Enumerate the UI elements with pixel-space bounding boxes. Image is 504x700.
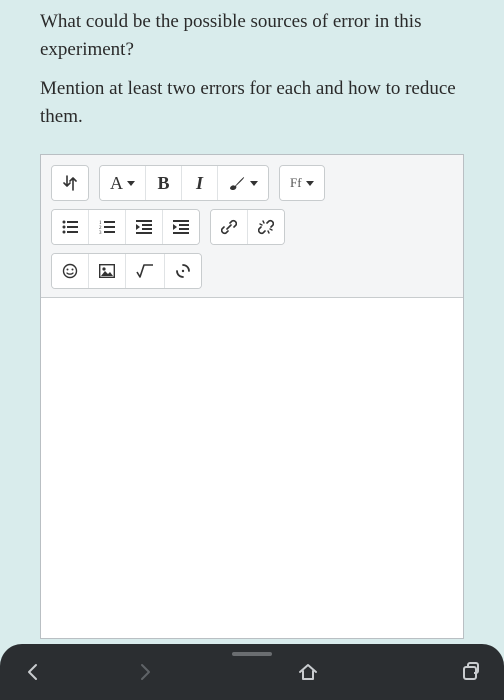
smiley-icon xyxy=(62,263,78,279)
indent-button[interactable] xyxy=(163,210,199,244)
ordered-list-button[interactable]: 123 xyxy=(89,210,126,244)
numbered-list-icon: 123 xyxy=(99,220,115,234)
paragraph-direction-icon xyxy=(63,175,77,191)
square-root-icon xyxy=(136,264,154,278)
rich-text-editor: A B I xyxy=(40,154,464,639)
drag-handle[interactable] xyxy=(232,652,272,656)
paragraph-direction-button[interactable] xyxy=(52,166,88,200)
font-size-dropdown[interactable]: A xyxy=(100,166,146,200)
caret-down-icon xyxy=(250,181,258,186)
question-prompt: What could be the possible sources of er… xyxy=(40,8,464,130)
text-color-dropdown[interactable] xyxy=(218,166,268,200)
italic-button[interactable]: I xyxy=(182,166,218,200)
chemistry-icon xyxy=(175,263,191,279)
indent-icon xyxy=(173,220,189,234)
svg-text:3: 3 xyxy=(99,231,102,234)
question-line-2: Mention at least two errors for each and… xyxy=(40,75,464,130)
editor-toolbar: A B I xyxy=(41,155,463,298)
outdent-icon xyxy=(136,220,152,234)
bold-button[interactable]: B xyxy=(146,166,182,200)
caret-down-icon xyxy=(127,181,135,186)
nav-home-button[interactable] xyxy=(297,661,319,683)
browser-bottom-nav xyxy=(0,644,504,700)
editor-textarea[interactable] xyxy=(41,298,463,638)
unlink-icon xyxy=(258,219,274,235)
insert-link-button[interactable] xyxy=(211,210,248,244)
insert-math-button[interactable] xyxy=(126,254,165,288)
font-family-dropdown[interactable]: Ff xyxy=(280,166,324,200)
caret-down-icon xyxy=(306,181,314,186)
font-family-label: Ff xyxy=(290,175,302,191)
nav-forward-button[interactable] xyxy=(134,661,156,683)
insert-emoji-button[interactable] xyxy=(52,254,89,288)
nav-back-button[interactable] xyxy=(22,661,44,683)
nav-tabs-button[interactable] xyxy=(460,661,482,683)
link-icon xyxy=(221,219,237,235)
unordered-list-button[interactable] xyxy=(52,210,89,244)
remove-link-button[interactable] xyxy=(248,210,284,244)
bold-label: B xyxy=(157,173,169,194)
bullet-list-icon xyxy=(62,220,78,234)
insert-chem-button[interactable] xyxy=(165,254,201,288)
insert-image-button[interactable] xyxy=(89,254,126,288)
question-line-1: What could be the possible sources of er… xyxy=(40,8,464,63)
font-size-label: A xyxy=(110,173,123,194)
image-icon xyxy=(99,264,115,278)
italic-label: I xyxy=(196,173,203,194)
outdent-button[interactable] xyxy=(126,210,163,244)
brush-icon xyxy=(228,176,246,190)
